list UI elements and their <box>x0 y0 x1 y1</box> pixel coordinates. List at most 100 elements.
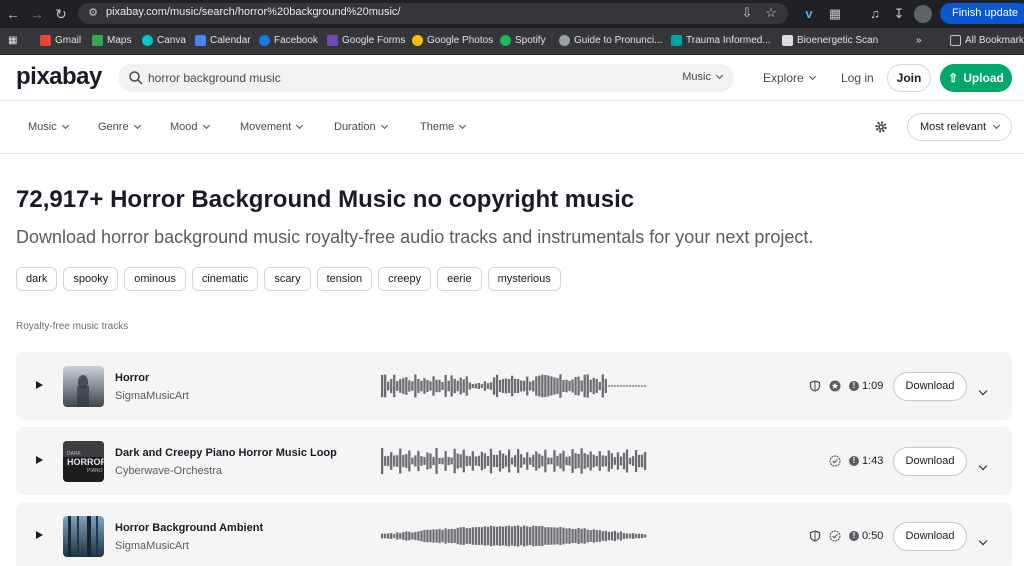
search-bar[interactable]: Music <box>118 64 734 92</box>
vimeo-extension-icon[interactable]: v <box>800 5 818 23</box>
info-icon: ! <box>849 531 859 541</box>
waveform-bar <box>592 454 595 468</box>
waveform-bar <box>480 451 484 471</box>
track-row[interactable]: Horror SigmaMusicArt ! 1:09 Download <box>16 352 1012 420</box>
tag-spooky[interactable]: spooky <box>63 267 119 291</box>
bookmark-spotify[interactable]: Spotify <box>500 35 546 46</box>
bookmark-calendar[interactable]: Calendar <box>195 35 251 46</box>
waveform-bar <box>589 530 592 542</box>
waveform[interactable] <box>381 520 647 552</box>
tag-ominous[interactable]: ominous <box>124 267 186 291</box>
extensions-icon[interactable]: ▦ <box>826 5 844 23</box>
svg-text:PIANO: PIANO <box>87 468 103 474</box>
filter-duration[interactable]: Duration <box>334 121 388 133</box>
tag-cinematic[interactable]: cinematic <box>191 267 259 291</box>
bookmark-guide-pronunciation[interactable]: Guide to Pronunci... <box>559 35 662 46</box>
spotify-icon <box>500 35 511 46</box>
gear-icon[interactable] <box>874 120 888 134</box>
install-icon[interactable]: ⇩ <box>738 4 756 22</box>
expand-chevron[interactable] <box>978 531 988 549</box>
svg-text:HORROR: HORROR <box>67 457 104 467</box>
waveform-bar <box>583 453 586 469</box>
filter-mood[interactable]: Mood <box>170 121 210 133</box>
tag-tension[interactable]: tension <box>316 267 373 291</box>
track-artist[interactable]: SigmaMusicArt <box>115 540 189 552</box>
waveform-bar <box>390 452 393 470</box>
filter-movement[interactable]: Movement <box>240 121 304 133</box>
waveform-bar <box>613 530 617 542</box>
filter-genre[interactable]: Genre <box>98 121 141 133</box>
tag-scary[interactable]: scary <box>264 267 311 291</box>
tag-eerie[interactable]: eerie <box>437 267 482 291</box>
bookmark-google-forms[interactable]: Google Forms <box>327 35 405 46</box>
tag-dark[interactable]: dark <box>16 267 58 291</box>
pixabay-logo[interactable]: pixabay <box>16 63 102 91</box>
track-artist[interactable]: SigmaMusicArt <box>115 390 189 402</box>
sort-dropdown[interactable]: Most relevant <box>907 113 1012 141</box>
waveform-bar <box>613 457 617 465</box>
waveform-bar <box>420 456 423 466</box>
download-button[interactable]: Download <box>893 447 967 476</box>
forward-icon[interactable]: → <box>28 5 46 23</box>
play-icon[interactable] <box>36 456 43 464</box>
search-input[interactable] <box>148 68 648 88</box>
filter-music[interactable]: Music <box>28 121 69 133</box>
waveform-bar <box>625 533 629 539</box>
tag-mysterious[interactable]: mysterious <box>487 267 561 291</box>
expand-chevron[interactable] <box>978 456 988 474</box>
track-title[interactable]: Dark and Creepy Piano Horror Music Loop <box>115 447 337 459</box>
bookmark-gmail[interactable]: Gmail <box>40 35 81 46</box>
waveform-bar <box>402 454 405 468</box>
site-settings-icon[interactable]: ⚙ <box>84 4 102 22</box>
track-row[interactable]: Horror Background Ambient SigmaMusicArt … <box>16 502 1012 566</box>
tag-creepy[interactable]: creepy <box>378 267 432 291</box>
filter-theme[interactable]: Theme <box>420 121 467 133</box>
waveform-bar <box>580 528 583 544</box>
waveform-bar <box>483 526 487 546</box>
media-controls-icon[interactable]: ♫ <box>866 5 884 23</box>
profile-avatar[interactable] <box>914 5 932 23</box>
search-scope-dropdown[interactable]: Music <box>682 71 724 83</box>
bookmark-trauma-informed[interactable]: Trauma Informed... <box>671 35 771 46</box>
join-button[interactable]: Join <box>887 64 931 92</box>
waveform[interactable] <box>381 445 647 477</box>
waveform-bar <box>580 448 583 474</box>
download-button[interactable]: Download <box>893 522 967 551</box>
bookmark-facebook[interactable]: Facebook <box>259 35 318 46</box>
track-artist[interactable]: Cyberwave-Orchestra <box>115 465 222 477</box>
track-title[interactable]: Horror Background Ambient <box>115 522 263 534</box>
folder-icon <box>950 35 961 46</box>
search-icon[interactable] <box>128 70 144 86</box>
bookmark-bioenergetic-scan[interactable]: Bioenergetic Scan <box>782 35 878 46</box>
more-bookmarks-icon[interactable]: » <box>916 35 922 46</box>
address-bar[interactable]: ⚙ pixabay.com/music/search/horror%20back… <box>78 3 788 24</box>
waveform-bar <box>399 379 402 393</box>
reload-icon[interactable]: ↻ <box>52 5 70 23</box>
downloads-icon[interactable]: ↧ <box>890 5 908 23</box>
apps-grid-icon[interactable]: ▦ <box>8 35 17 46</box>
waveform-bar <box>520 454 523 468</box>
waveform-bar <box>459 454 462 468</box>
back-icon[interactable]: ← <box>4 5 22 23</box>
bookmark-google-photos[interactable]: Google Photos <box>412 35 493 46</box>
waveform[interactable] <box>381 370 647 402</box>
finish-update-button[interactable]: Finish update <box>940 3 1024 24</box>
play-icon[interactable] <box>36 381 43 389</box>
upload-button[interactable]: ⇧ Upload <box>940 64 1012 92</box>
login-link[interactable]: Log in <box>841 71 874 85</box>
upload-icon: ⇧ <box>948 71 959 85</box>
expand-chevron[interactable] <box>978 381 988 399</box>
waveform-bar <box>504 455 508 467</box>
waveform-bar <box>595 455 598 467</box>
bookmark-star-icon[interactable]: ☆ <box>762 4 780 22</box>
track-row[interactable]: DARK HORROR PIANO Dark and Creepy Piano … <box>16 427 1012 495</box>
bookmark-maps[interactable]: Maps <box>92 35 131 46</box>
waveform-bar <box>417 450 420 472</box>
bookmark-canva[interactable]: Canva <box>142 35 186 46</box>
waveform-bar <box>571 379 574 393</box>
explore-menu[interactable]: Explore <box>763 71 816 85</box>
download-button[interactable]: Download <box>893 372 967 401</box>
all-bookmarks[interactable]: All Bookmarks <box>950 35 1024 46</box>
play-icon[interactable] <box>36 531 43 539</box>
track-title[interactable]: Horror <box>115 372 149 384</box>
